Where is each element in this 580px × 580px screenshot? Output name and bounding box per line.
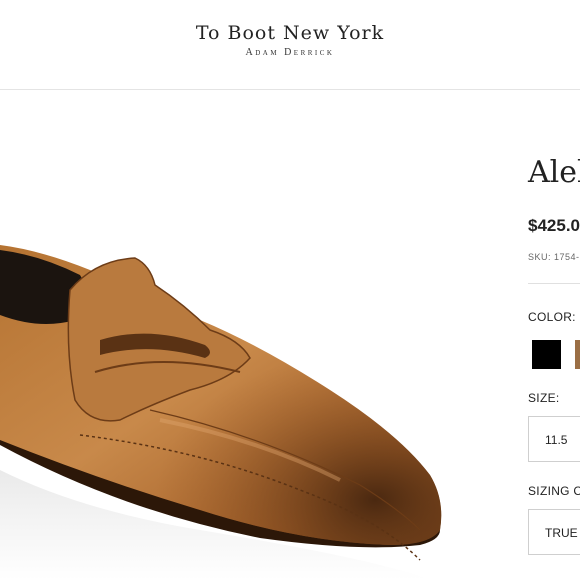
loafer-shoe-image bbox=[0, 245, 442, 580]
site-header: To Boot New York Adam Derrick bbox=[0, 0, 580, 90]
brand-name: To Boot New York bbox=[195, 22, 385, 44]
color-swatch-black[interactable] bbox=[532, 340, 561, 369]
brand-subtitle: Adam Derrick bbox=[245, 47, 335, 58]
product-sku: SKU: 1754- bbox=[528, 252, 580, 262]
product-title: Alek bbox=[528, 155, 580, 190]
sizing-value: TRUE bbox=[545, 526, 578, 540]
product-price: $425.0 bbox=[528, 216, 580, 235]
size-select[interactable]: 11.5 bbox=[528, 416, 580, 462]
color-label: COLOR: bbox=[528, 310, 576, 324]
sizing-select[interactable]: TRUE bbox=[528, 509, 580, 555]
product-image[interactable] bbox=[0, 90, 500, 580]
size-label: SIZE: bbox=[528, 391, 560, 405]
sizing-label: SIZING C bbox=[528, 484, 580, 498]
size-value: 11.5 bbox=[545, 433, 568, 447]
color-swatch-cognac[interactable] bbox=[575, 340, 580, 369]
divider bbox=[528, 283, 580, 284]
brand-logo[interactable]: To Boot New York Adam Derrick bbox=[0, 22, 580, 58]
